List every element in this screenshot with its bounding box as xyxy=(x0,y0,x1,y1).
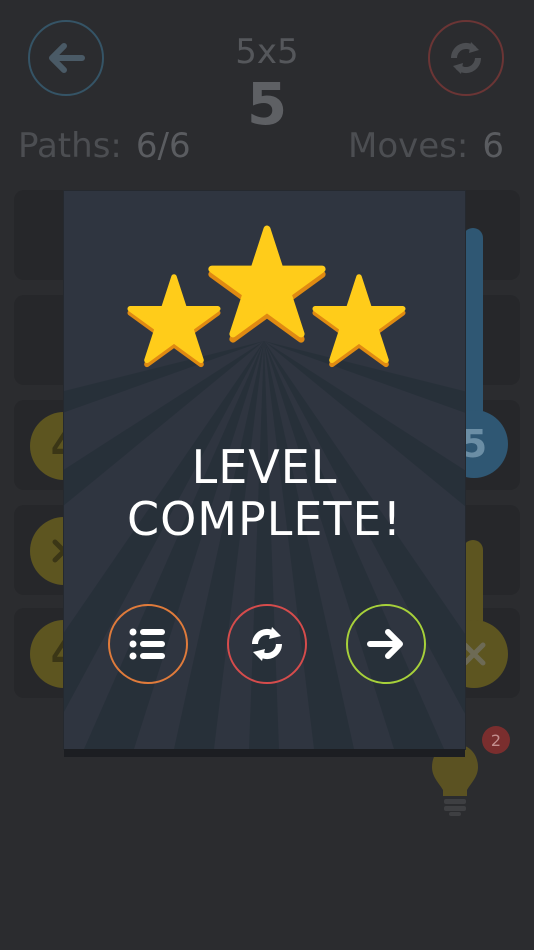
moves-label: Moves: xyxy=(348,126,469,166)
title-line-2: COMPLETE! xyxy=(126,492,403,546)
title-line-1: LEVEL xyxy=(191,440,338,494)
restart-button[interactable] xyxy=(428,20,504,96)
star-icon xyxy=(130,277,217,364)
refresh-icon xyxy=(450,42,482,74)
refresh-icon xyxy=(251,627,283,661)
next-level-button[interactable] xyxy=(346,604,426,684)
star-rating xyxy=(64,191,465,391)
blue-path xyxy=(463,228,483,438)
star-icon xyxy=(212,229,322,339)
moves-counter: Moves: 6 xyxy=(348,126,504,166)
paths-label: Paths: xyxy=(18,126,122,166)
paths-value: 6/6 xyxy=(135,126,191,166)
arrow-right-icon xyxy=(367,629,403,659)
lightbulb-icon[interactable] xyxy=(428,740,482,816)
replay-button[interactable] xyxy=(227,604,307,684)
levels-button[interactable] xyxy=(108,604,188,684)
moves-value: 6 xyxy=(482,126,504,166)
hint-count-badge: 2 xyxy=(482,726,510,754)
paths-counter: Paths: 6/6 xyxy=(18,126,191,166)
star-icon xyxy=(315,277,402,364)
level-complete-dialog: LEVEL COMPLETE! xyxy=(64,191,465,749)
list-icon xyxy=(129,628,165,660)
